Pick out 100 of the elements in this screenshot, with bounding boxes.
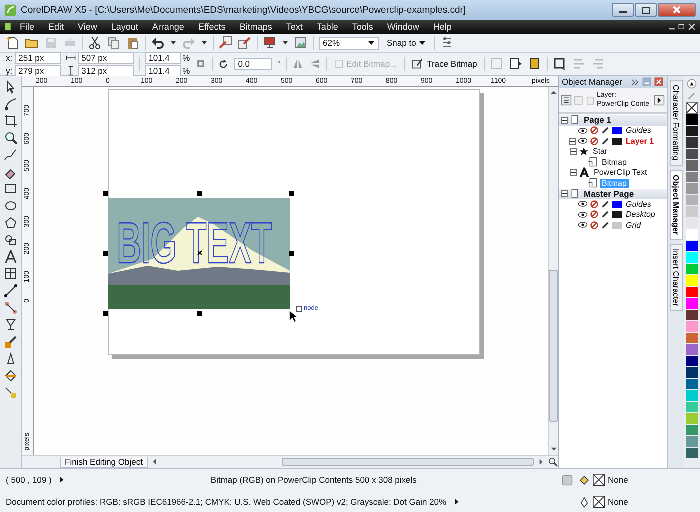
cut-icon[interactable] [88,36,102,50]
eyedropper-icon[interactable] [4,335,18,349]
color-swatch[interactable] [686,424,698,436]
color-swatch[interactable] [686,137,698,148]
menu-item[interactable]: Table [310,22,346,32]
menu-item[interactable]: View [71,22,104,32]
interactive-fill-icon[interactable] [4,386,18,400]
color-swatch[interactable] [686,344,698,356]
color-swatch[interactable] [686,310,698,321]
selection-handle[interactable] [197,191,202,196]
paste-icon[interactable] [126,36,140,50]
menu-item[interactable]: Arrange [145,22,192,32]
tree-item[interactable]: Grid [624,220,644,230]
scroll-left-icon[interactable] [150,458,159,466]
color-swatch[interactable] [686,229,698,240]
docker-tab[interactable]: Character Formatting [670,80,682,166]
zoom-dropdown[interactable]: 62% [319,36,379,50]
copy-icon[interactable] [107,36,121,50]
tree-item[interactable]: Guides [624,126,654,136]
monitor-icon[interactable] [263,36,277,50]
selection-handle[interactable] [103,251,108,256]
selection-handle[interactable] [103,311,108,316]
scale-x-field[interactable]: 101.4 [144,52,181,64]
maximize-button[interactable] [635,3,657,17]
import-icon[interactable] [219,36,233,50]
color-swatch[interactable] [686,194,698,206]
scroll-down-icon[interactable] [550,445,558,453]
dropdown-arrow-icon[interactable] [170,39,177,47]
collapse-icon[interactable] [631,78,640,86]
connector-tool-icon[interactable] [4,301,18,315]
color-swatch[interactable] [686,378,698,390]
scroll-up-icon[interactable] [550,89,558,97]
menu-item[interactable]: Effects [191,22,233,32]
export-icon[interactable] [238,36,252,50]
color-swatch[interactable] [686,183,698,194]
width-field[interactable]: 507 px [78,52,134,64]
wrap-text-icon[interactable] [553,57,568,71]
color-swatch[interactable] [686,436,698,448]
snap-to-dropdown[interactable]: Snap to [384,36,430,50]
menu-item[interactable]: File [13,22,42,32]
expand-toggle[interactable] [561,116,568,124]
selection-handle[interactable] [289,191,294,196]
document-tab[interactable]: Finish Editing Object [60,456,148,468]
menu-item[interactable]: Bitmaps [232,22,280,32]
tree-item[interactable]: Desktop [624,210,658,220]
dropdown-arrow-icon[interactable] [201,39,208,47]
lock-ratio-icon[interactable] [195,58,208,70]
resample-icon[interactable] [509,57,524,71]
layer-options-icon[interactable] [561,94,572,106]
rectangle-tool-icon[interactable] [4,182,18,196]
color-swatch[interactable] [686,448,698,459]
color-swatch[interactable] [686,114,698,126]
docker-tab[interactable]: Insert Character [670,244,682,311]
x-position-field[interactable]: 251 px [14,52,61,64]
color-swatch[interactable] [686,390,698,402]
tree-item[interactable]: Guides [624,200,654,209]
polygon-tool-icon[interactable] [4,216,18,230]
selection-handle[interactable] [197,311,202,316]
color-swatch[interactable] [686,356,698,367]
expand-toggle[interactable] [570,148,577,156]
new-document-icon[interactable] [6,36,20,50]
expand-toggle[interactable] [561,190,568,198]
text-tool-icon[interactable] [4,250,18,264]
scroll-up-icon[interactable] [686,78,698,90]
bitmap-color-mask-icon[interactable] [528,57,542,71]
color-swatch[interactable] [686,332,698,344]
fill-bucket-icon[interactable] [4,369,18,383]
zoom-icon[interactable] [4,131,18,145]
color-swatch[interactable] [686,402,698,413]
minimize-button[interactable] [612,3,634,17]
color-swatch[interactable] [686,160,698,172]
close-icon[interactable] [687,22,697,32]
color-swatch[interactable] [686,252,698,264]
color-swatch[interactable] [686,413,698,424]
tree-item[interactable]: Bitmap [600,158,629,167]
shape-tool-icon[interactable] [4,97,18,111]
menu-item[interactable]: Tools [345,22,380,32]
color-swatch[interactable] [686,298,698,310]
menu-item[interactable]: Help [426,22,459,32]
basic-shapes-icon[interactable] [4,233,18,247]
expand-arrow-icon[interactable] [452,498,461,506]
ellipse-tool-icon[interactable] [4,199,18,213]
blend-tool-icon[interactable] [4,318,18,332]
color-swatch[interactable] [686,286,698,298]
color-swatch[interactable] [686,218,698,229]
color-swatch[interactable] [686,321,698,332]
zoom-icon[interactable] [548,457,558,467]
color-swatch[interactable] [686,148,698,160]
expand-toggle[interactable] [570,169,577,176]
scroll-right-icon[interactable] [537,458,545,466]
restore-icon[interactable] [677,22,687,32]
docker-tab[interactable]: Object Manager [670,170,682,240]
undo-icon[interactable] [151,36,165,50]
color-swatch[interactable] [686,126,698,137]
table-tool-icon[interactable] [4,267,18,281]
color-swatch[interactable] [686,264,698,275]
selection-handle[interactable] [103,191,108,196]
tree-item[interactable]: Layer 1 [624,136,656,146]
color-swatch[interactable] [686,240,698,252]
y-position-field[interactable]: 279 px [14,64,61,76]
